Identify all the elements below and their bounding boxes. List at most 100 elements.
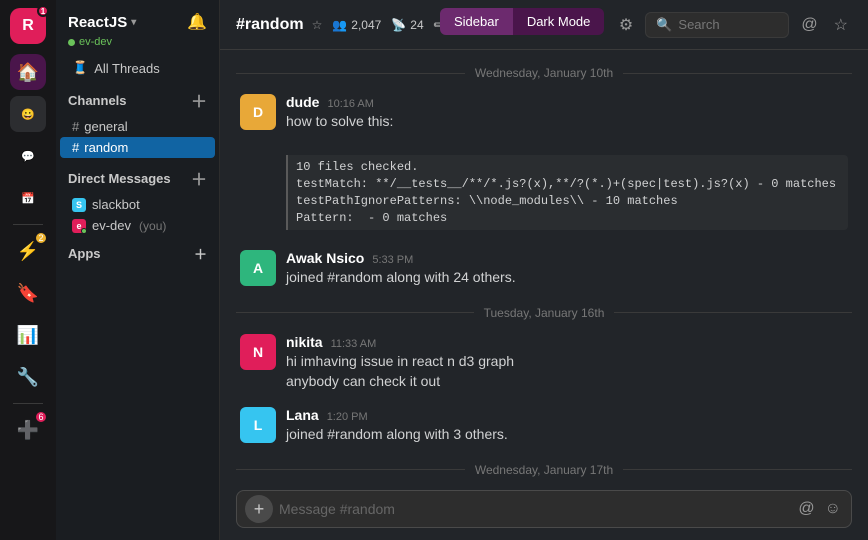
table-row: D dude 10:16 AM how to solve this: 10 fi… [236, 92, 852, 236]
main-chat: Sidebar Dark Mode #random ☆ 👥 2,047 📡 24… [220, 0, 868, 540]
evdev-label: ev-dev [92, 218, 131, 233]
message-time-nikita: 11:33 AM [331, 338, 377, 350]
icon-7: 🔧 [17, 367, 39, 388]
sidebar-item-general[interactable]: # general [60, 116, 215, 137]
hash-icon-random: # [72, 140, 79, 155]
gear-icon[interactable]: ⚙ [615, 11, 637, 39]
sidebar-item-random[interactable]: # random [60, 137, 215, 158]
dark-mode-button[interactable]: Dark Mode [513, 8, 605, 35]
hash-icon-general: # [72, 119, 79, 134]
message-author-lana: Lana [286, 407, 319, 423]
members-icon: 👥 [332, 18, 347, 32]
add-channel-icon[interactable]: ＋ [191, 88, 207, 112]
workspace-logo-letter: R [22, 17, 34, 35]
date-divider-1: Wednesday, January 10th [236, 66, 852, 80]
icon-item-home[interactable]: 🏠 [10, 54, 46, 90]
message-input-bar: + @ ☺ [220, 482, 868, 540]
date-label-2: Tuesday, January 16th [484, 306, 605, 320]
dm-label: Direct Messages [68, 171, 171, 186]
star-icon[interactable]: ☆ [312, 18, 323, 32]
message-text-lana: joined #random along with 3 others. [286, 425, 848, 445]
icon-4-badge: 2 [34, 231, 48, 245]
message-content-nikita: nikita 11:33 AM hi imhaving issue in rea… [286, 334, 848, 391]
icon-3: 📅 [21, 192, 35, 205]
message-author-nikita: nikita [286, 334, 323, 350]
message-content-awak: Awak Nsico 5:33 PM joined #random along … [286, 250, 848, 288]
message-input[interactable] [279, 497, 790, 521]
bookmark-icon[interactable]: ☆ [830, 11, 852, 39]
message-content-lana: Lana 1:20 PM joined #random along with 3… [286, 407, 848, 445]
avatar: N [240, 334, 276, 370]
channel-general-label: general [84, 119, 127, 134]
at-button[interactable]: @ [796, 498, 816, 520]
at-icon[interactable]: @ [797, 12, 821, 38]
message-header-awak: Awak Nsico 5:33 PM [286, 250, 848, 266]
channels-group-header: Channels ＋ [56, 80, 219, 116]
slackbot-avatar: S [72, 198, 86, 212]
icon-1: 😀 [21, 108, 35, 121]
members-count-item[interactable]: 👥 2,047 [332, 18, 381, 32]
avatar: A [240, 250, 276, 286]
channel-random-label: random [84, 140, 128, 155]
date-label-1: Wednesday, January 10th [475, 66, 613, 80]
sidebar-item-slackbot[interactable]: S slackbot [60, 194, 215, 215]
icon-divider-2 [13, 403, 43, 404]
sidebar-header: ReactJS ▾ 🔔 [56, 0, 219, 40]
all-threads-label: All Threads [94, 61, 160, 76]
sidebar: ReactJS ▾ 🔔 ev-dev 🧵 All Threads Channel… [56, 0, 220, 540]
message-content-dude: dude 10:16 AM how to solve this: 10 file… [286, 94, 848, 234]
slackbot-label: slackbot [92, 197, 140, 212]
add-apps-icon[interactable]: ＋ [194, 244, 207, 263]
icon-item-1[interactable]: 😀 [10, 96, 46, 132]
message-header-dude: dude 10:16 AM [286, 94, 848, 110]
icon-item-7[interactable]: 🔧 [10, 359, 46, 395]
message-header-lana: Lana 1:20 PM [286, 407, 848, 423]
message-text-awak: joined #random along with 24 others. [286, 268, 848, 288]
threads-icon: 🧵 [72, 60, 88, 76]
icon-item-3[interactable]: 📅 [10, 180, 46, 216]
input-right-icons: @ ☺ [796, 498, 843, 520]
message-input-box: + @ ☺ [236, 490, 852, 528]
avatar: D [240, 94, 276, 130]
apps-section[interactable]: Apps ＋ [56, 236, 219, 267]
icon-item-4[interactable]: ⚡ 2 [10, 233, 46, 269]
sidebar-toggle-button[interactable]: Sidebar [440, 8, 513, 35]
icon-item-6[interactable]: 📊 [10, 317, 46, 353]
add-attachment-button[interactable]: + [245, 495, 273, 523]
search-icon: 🔍 [656, 17, 672, 33]
workspace-chevron-icon: ▾ [131, 17, 136, 28]
workspace-status-text: ev-dev [79, 36, 112, 48]
notification-bell-icon[interactable]: 🔔 [187, 12, 207, 32]
plus-icon: + [254, 499, 265, 520]
sidebar-item-evdev[interactable]: e ev-dev (you) [60, 215, 215, 236]
icon-2: 💬 [21, 150, 35, 163]
icon-bar: R 1 🏠 😀 💬 📅 ⚡ 2 🔖 📊 🔧 ➕ 6 [0, 0, 56, 540]
messages-list: Wednesday, January 10th D dude 10:16 AM … [220, 50, 868, 482]
date-divider-2: Tuesday, January 16th [236, 306, 852, 320]
table-row: L Lana 1:20 PM joined #random along with… [236, 405, 852, 447]
icon-item-2[interactable]: 💬 [10, 138, 46, 174]
channels-label: Channels [68, 93, 127, 108]
icon-item-5[interactable]: 🔖 [10, 275, 46, 311]
sidebar-item-all-threads[interactable]: 🧵 All Threads [60, 56, 215, 80]
evdev-avatar: e [72, 219, 86, 233]
workspace-logo[interactable]: R 1 [10, 8, 46, 44]
date-divider-3: Wednesday, January 17th [236, 463, 852, 477]
signal-count-item[interactable]: 📡 24 [391, 18, 423, 32]
message-header-nikita: nikita 11:33 AM [286, 334, 848, 350]
date-label-3: Wednesday, January 17th [475, 463, 613, 477]
icon-item-add[interactable]: ➕ 6 [10, 412, 46, 448]
signal-count: 24 [410, 18, 423, 32]
message-time-awak: 5:33 PM [372, 254, 413, 266]
message-time-lana: 1:20 PM [327, 411, 368, 423]
emoji-button[interactable]: ☺ [823, 498, 843, 520]
search-box[interactable]: 🔍 [645, 12, 789, 38]
workspace-name[interactable]: ReactJS ▾ [68, 14, 136, 31]
add-dm-icon[interactable]: ＋ [191, 166, 207, 190]
message-time-dude: 10:16 AM [327, 98, 373, 110]
table-row: N nikita 11:33 AM hi imhaving issue in r… [236, 332, 852, 393]
workspace-status: ev-dev [56, 36, 219, 48]
message-author-dude: dude [286, 94, 319, 110]
search-input[interactable] [678, 17, 778, 32]
message-text-nikita: hi imhaving issue in react n d3 graph an… [286, 352, 848, 391]
